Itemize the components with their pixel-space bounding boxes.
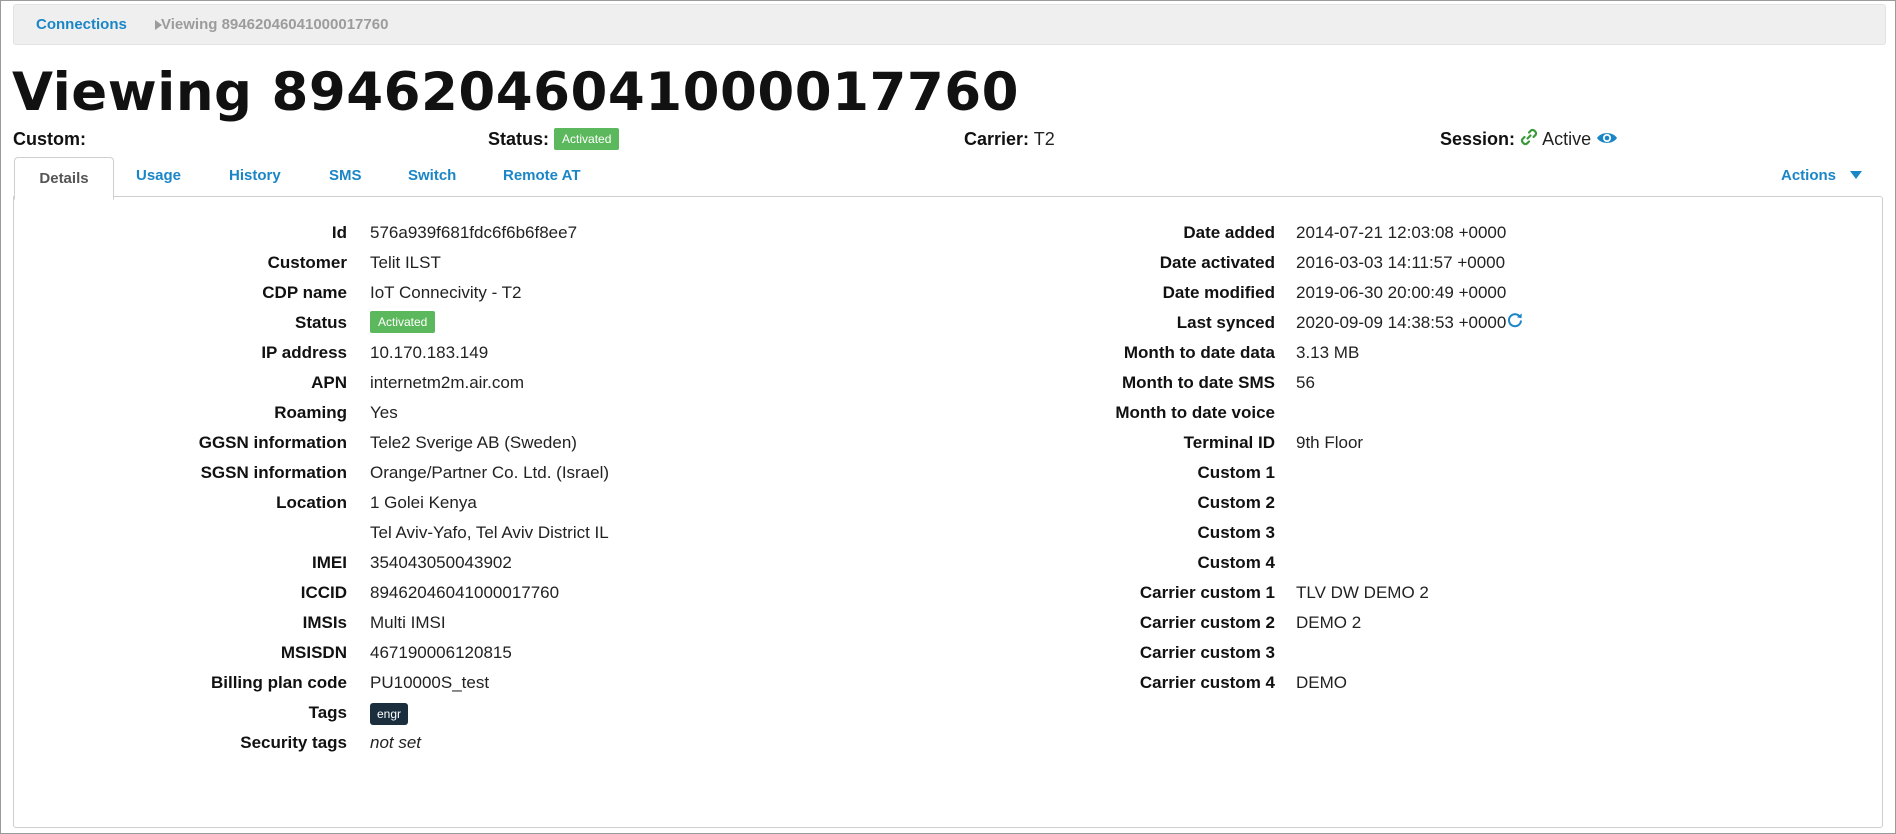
field-carrier-custom-4: Carrier custom 4 DEMO bbox=[14, 668, 1347, 698]
field-month-to-date-data: Month to date data 3.13 MB bbox=[14, 338, 1359, 368]
summary-carrier-value: T2 bbox=[1033, 129, 1055, 149]
summary-carrier: Carrier: T2 bbox=[964, 127, 1055, 151]
field-carrier-custom-2: Carrier custom 2 DEMO 2 bbox=[14, 608, 1361, 638]
field-label: Month to date SMS bbox=[1122, 373, 1275, 392]
field-carrier-custom-3: Carrier custom 3 bbox=[14, 638, 1275, 668]
tab-history[interactable]: History bbox=[229, 155, 281, 197]
field-label: Custom 4 bbox=[1197, 553, 1275, 572]
field-value: 2019-06-30 20:00:49 +0000 bbox=[1296, 283, 1507, 302]
field-label: Carrier custom 1 bbox=[1139, 583, 1275, 602]
field-month-to-date-sms: Month to date SMS 56 bbox=[14, 368, 1315, 398]
breadcrumb: Connections Viewing 89462046041000017760 bbox=[13, 4, 1886, 45]
summary-session: Session: Active bbox=[1440, 127, 1618, 152]
field-date-activated: Date activated 2016-03-03 14:11:57 +0000 bbox=[14, 248, 1505, 278]
caret-down-icon bbox=[1850, 171, 1862, 179]
refresh-icon[interactable] bbox=[1506, 309, 1524, 339]
summary-status: Status: Activated bbox=[488, 127, 620, 151]
field-custom-4: Custom 4 bbox=[14, 548, 1275, 578]
link-icon bbox=[1520, 128, 1538, 152]
field-last-synced: Last synced 2020-09-09 14:38:53 +0000 bbox=[14, 308, 1523, 338]
actions-dropdown[interactable]: Actions bbox=[1781, 155, 1862, 197]
summary-session-value: Active bbox=[1542, 129, 1592, 149]
eye-icon[interactable] bbox=[1596, 128, 1618, 152]
field-label: Date added bbox=[1183, 223, 1275, 242]
field-label: Custom 3 bbox=[1197, 523, 1275, 542]
breadcrumb-current: Viewing 89462046041000017760 bbox=[161, 16, 389, 33]
field-date-added: Date added 2014-07-21 12:03:08 +0000 bbox=[14, 218, 1506, 248]
field-label: Date modified bbox=[1162, 283, 1275, 302]
tab-switch[interactable]: Switch bbox=[408, 155, 456, 197]
details-panel: Id 576a939f681fdc6f6b6f8ee7 Customer Telit… bbox=[13, 196, 1883, 828]
field-custom-3: Custom 3 bbox=[14, 518, 1275, 548]
field-label: Carrier custom 2 bbox=[1139, 613, 1275, 632]
actions-label: Actions bbox=[1780, 167, 1836, 184]
field-value: DEMO bbox=[1296, 673, 1347, 692]
field-label: Carrier custom 4 bbox=[1139, 673, 1275, 692]
field-tags: Tags engr bbox=[14, 698, 409, 728]
field-terminal-id: Terminal ID 9th Floor bbox=[14, 428, 1363, 458]
tab-bar: Details Usage History SMS Switch Remote … bbox=[13, 155, 1884, 200]
summary-status-badge: Activated bbox=[554, 128, 620, 150]
field-custom-1: Custom 1 bbox=[14, 458, 1275, 488]
field-label: Security tags bbox=[240, 733, 347, 752]
field-label: Month to date data bbox=[1123, 343, 1275, 362]
field-value: engr bbox=[370, 698, 409, 728]
breadcrumb-connections-link[interactable]: Connections bbox=[36, 5, 127, 44]
field-label: Date activated bbox=[1159, 253, 1275, 272]
field-value: 2016-03-03 14:11:57 +0000 bbox=[1296, 253, 1506, 272]
field-label: Last synced bbox=[1176, 313, 1275, 332]
field-value: DEMO 2 bbox=[1296, 613, 1362, 632]
field-label: Month to date voice bbox=[1115, 403, 1275, 422]
field-date-modified: Date modified 2019-06-30 20:00:49 +0000 bbox=[14, 278, 1507, 308]
field-month-to-date-voice: Month to date voice bbox=[14, 398, 1275, 428]
last-synced-value: 2020-09-09 14:38:53 +0000 bbox=[1296, 313, 1507, 332]
field-value: not set bbox=[370, 733, 422, 752]
tab-sms[interactable]: SMS bbox=[329, 155, 362, 197]
summary-custom: Custom: bbox=[13, 127, 86, 151]
summary-status-label: Status: bbox=[488, 129, 550, 149]
field-value: 2014-07-21 12:03:08 +0000 bbox=[1296, 223, 1507, 242]
field-label: Custom 1 bbox=[1197, 463, 1275, 482]
summary-custom-label: Custom: bbox=[13, 129, 86, 149]
summary-session-label: Session: bbox=[1440, 129, 1516, 149]
field-value: 9th Floor bbox=[1296, 433, 1364, 452]
field-carrier-custom-1: Carrier custom 1 TLV DW DEMO 2 bbox=[14, 578, 1429, 608]
field-label: Custom 2 bbox=[1197, 493, 1275, 512]
field-custom-2: Custom 2 bbox=[14, 488, 1275, 518]
field-security-tags: Security tags not set bbox=[14, 728, 421, 758]
field-value: 2020-09-09 14:38:53 +0000 bbox=[1296, 308, 1524, 339]
field-label: Tags bbox=[308, 703, 347, 722]
tab-remote-at[interactable]: Remote AT bbox=[503, 155, 581, 197]
summary-carrier-label: Carrier: bbox=[964, 129, 1030, 149]
field-value: 56 bbox=[1296, 373, 1315, 392]
field-label: Terminal ID bbox=[1183, 433, 1275, 452]
tab-details[interactable]: Details bbox=[14, 157, 114, 200]
tag-badge[interactable]: engr bbox=[370, 703, 409, 725]
field-label: Carrier custom 3 bbox=[1139, 643, 1275, 662]
field-value: TLV DW DEMO 2 bbox=[1296, 583, 1429, 602]
field-value: 3.13 MB bbox=[1296, 343, 1360, 362]
tab-usage[interactable]: Usage bbox=[136, 155, 181, 197]
page-title: Viewing 89462046041000017760 bbox=[12, 62, 1019, 123]
